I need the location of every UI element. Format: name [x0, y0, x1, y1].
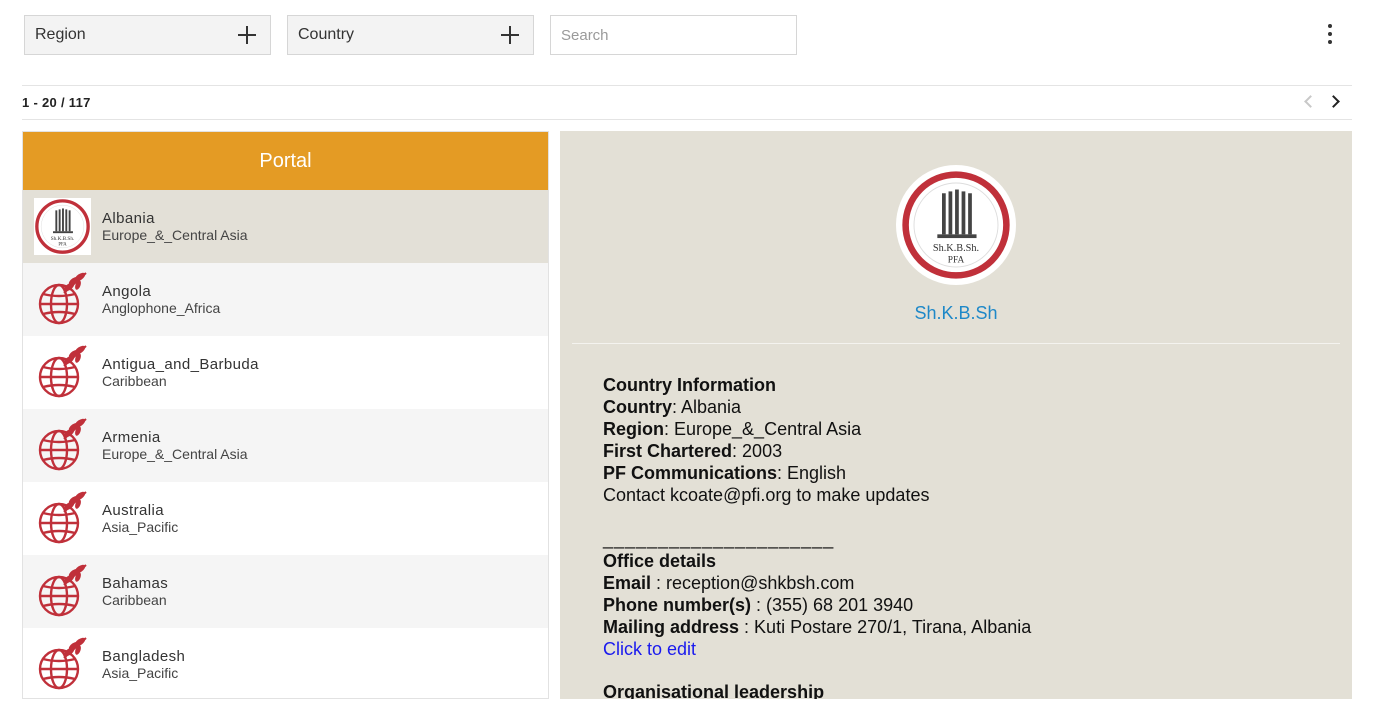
email-label: Email [603, 573, 652, 593]
svg-text:PFA: PFA [58, 243, 67, 248]
country-filter-label: Country [298, 26, 355, 43]
svg-text:Sh.K.B.Sh.: Sh.K.B.Sh. [51, 236, 75, 242]
globe-wheat-icon [34, 490, 91, 547]
organization-name[interactable]: Sh.K.B.Sh [560, 303, 1352, 324]
list-item-region: Caribbean [102, 372, 167, 389]
section-heading-office: Office details [603, 551, 717, 571]
country-info: Country Information Country: Albania Reg… [603, 374, 1031, 699]
chartered-value: : 2003 [732, 441, 783, 461]
list-item-text: Bahamas Caribbean [102, 575, 168, 609]
list-item-text: Armenia Europe_&_Central Asia [102, 429, 248, 463]
list-item-region: Europe_&_Central Asia [102, 445, 248, 462]
svg-text:Sh.K.B.Sh.: Sh.K.B.Sh. [933, 243, 979, 254]
phone-label: Phone number(s) [603, 595, 752, 615]
plus-icon [501, 26, 519, 44]
region-filter-button[interactable]: Region [24, 15, 271, 55]
pagination-range: 1 - 20 / 117 [22, 95, 91, 110]
edit-link[interactable]: Click to edit [603, 638, 1031, 660]
country-label: Country [603, 397, 672, 417]
list-item[interactable]: Angola Anglophone_Africa [23, 263, 548, 336]
list-item-text: Antigua_and_Barbuda Caribbean [102, 356, 259, 390]
list-item-country: Angola [102, 282, 152, 300]
globe-wheat-icon [34, 271, 91, 328]
globe-wheat-icon [34, 563, 91, 620]
organization-logo: Sh.K.B.Sh. PFA [896, 165, 1016, 285]
contact-note: Contact kcoate@pfi.org to make updates [603, 485, 930, 505]
section-heading-leadership: Organisational leadership [603, 682, 825, 699]
list-header: Portal [23, 132, 548, 190]
detail-panel: Sh.K.B.Sh. PFA Sh.K.B.Sh Country Informa… [560, 131, 1352, 699]
globe-wheat-icon [34, 344, 91, 401]
email-value: : reception@shkbsh.com [651, 573, 855, 593]
divider [572, 343, 1340, 344]
list-item-country: Australia [102, 501, 164, 519]
list-item[interactable]: Bangladesh Asia_Pacific [23, 628, 548, 698]
communications-value: : English [777, 463, 847, 483]
list-item-country: Bahamas [102, 574, 169, 592]
list-item-region: Europe_&_Central Asia [102, 226, 248, 243]
list-item[interactable]: Armenia Europe_&_Central Asia [23, 409, 548, 482]
list-item[interactable]: Australia Asia_Pacific [23, 482, 548, 555]
list-item-region: Caribbean [102, 591, 167, 608]
globe-wheat-icon [34, 636, 91, 693]
list-item-country: Armenia [102, 428, 161, 446]
country-filter-button[interactable]: Country [287, 15, 534, 55]
section-heading-country: Country Information [603, 375, 776, 395]
list-item-region: Anglophone_Africa [102, 299, 221, 316]
pagination-bar: 1 - 20 / 117 [22, 85, 1352, 120]
region-value: : Europe_&_Central Asia [664, 419, 862, 439]
text-divider: _____________________ [603, 529, 835, 549]
list-item-text: Australia Asia_Pacific [102, 502, 178, 536]
country-value: : Albania [672, 397, 742, 417]
list-item-region: Asia_Pacific [102, 518, 179, 535]
portal-list: Portal Sh.K.B.Sh. PFA Albania Europe_&_Ce… [22, 131, 549, 699]
communications-label: PF Communications [603, 463, 778, 483]
list-item-country: Albania [102, 209, 155, 227]
list-item-country: Antigua_and_Barbuda [102, 355, 259, 373]
list-item-text: Albania Europe_&_Central Asia [102, 210, 248, 244]
region-label: Region [603, 419, 664, 439]
region-filter-label: Region [35, 26, 86, 43]
list-item-text: Angola Anglophone_Africa [102, 283, 220, 317]
mailing-address-label: Mailing address [603, 617, 740, 637]
next-page-icon[interactable] [1327, 95, 1340, 108]
search-input[interactable] [550, 15, 797, 55]
list-item[interactable]: Bahamas Caribbean [23, 555, 548, 628]
list-item-text: Bangladesh Asia_Pacific [102, 648, 185, 682]
list-item[interactable]: Sh.K.B.Sh. PFA Albania Europe_&_Central A… [23, 190, 548, 263]
list-item-region: Asia_Pacific [102, 664, 179, 681]
list-item[interactable]: Antigua_and_Barbuda Caribbean [23, 336, 548, 409]
organization-logo: Sh.K.B.Sh. PFA [34, 198, 91, 255]
plus-icon [238, 26, 256, 44]
chartered-label: First Chartered [603, 441, 733, 461]
mailing-address-value: : Kuti Postare 270/1, Tirana, Albania [739, 617, 1032, 637]
more-options-icon[interactable] [1320, 22, 1340, 46]
globe-wheat-icon [34, 417, 91, 474]
previous-page-icon[interactable] [1304, 95, 1317, 108]
phone-value: : (355) 68 201 3940 [751, 595, 914, 615]
list-item-country: Bangladesh [102, 647, 186, 665]
svg-text:PFA: PFA [948, 255, 965, 265]
